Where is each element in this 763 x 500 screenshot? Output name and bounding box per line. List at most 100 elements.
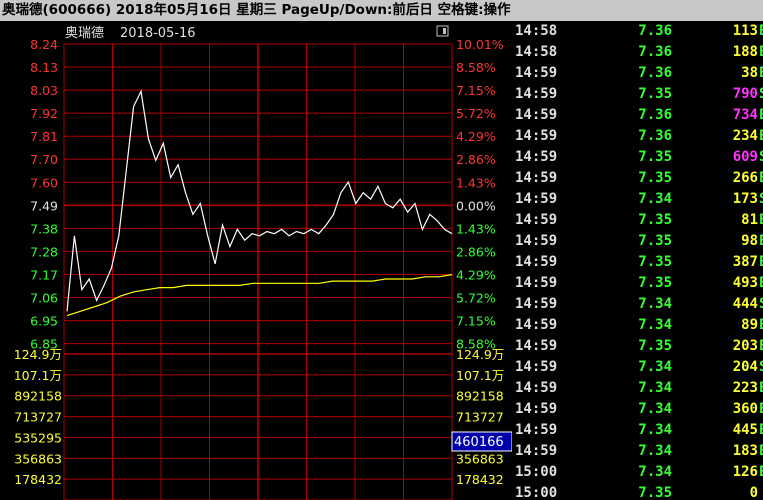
price-axis-label: 7.38 xyxy=(30,221,58,236)
tick-row[interactable]: 14:59 7.34 89E xyxy=(512,315,763,336)
price-axis-label: 7.70 xyxy=(30,152,58,167)
tick-volume: 203 xyxy=(732,338,758,354)
tick-list[interactable]: 14:587.36113E14:587.36188E14:597.3638E14… xyxy=(512,21,763,500)
tick-row[interactable]: 14:58 7.36 188E xyxy=(512,42,763,63)
percent-axis-label: 1.43% xyxy=(456,221,496,236)
tick-price: 7.35 xyxy=(638,86,672,102)
tick-row[interactable]: 15:00 7.35 0 xyxy=(512,483,763,500)
tick-row[interactable]: 14:59 7.36 734E xyxy=(512,105,763,126)
percent-axis-label: 5.72% xyxy=(456,106,496,121)
cursor-value: 460166 xyxy=(454,435,504,450)
window-title-bar: 奥瑞德(600666) 2018年05月16日 星期三 PageUp/Down:… xyxy=(0,0,763,21)
tick-time: 14:59 xyxy=(515,128,558,144)
tick-volume: 173 xyxy=(732,191,758,207)
price-axis-label: 8.24 xyxy=(30,37,58,52)
tick-price: 7.35 xyxy=(638,485,672,500)
tick-volume: 89 xyxy=(741,317,758,333)
tick-side-mark: E xyxy=(759,315,763,336)
price-axis-label: 7.17 xyxy=(30,267,58,282)
percent-axis-label: 2.86% xyxy=(456,244,496,259)
price-axis-label: 7.92 xyxy=(30,106,58,121)
tick-row[interactable]: 14:59 7.35 266E xyxy=(512,168,763,189)
tick-side-mark: E xyxy=(759,105,763,126)
tick-time: 14:59 xyxy=(515,275,558,291)
tick-side-mark: E xyxy=(759,252,763,273)
tick-volume: 183 xyxy=(732,443,758,459)
tick-price: 7.35 xyxy=(638,254,672,270)
volume-axis-label: 107.1万 xyxy=(14,368,62,383)
tick-row[interactable]: 14:59 7.36 38E xyxy=(512,63,763,84)
tick-volume: 609 xyxy=(732,149,758,165)
tick-row[interactable]: 14:59 7.34 444S xyxy=(512,294,763,315)
tick-price: 7.36 xyxy=(638,23,672,39)
tick-side-mark: E xyxy=(759,399,763,420)
tick-time: 14:58 xyxy=(515,23,558,39)
tick-price: 7.34 xyxy=(638,380,672,396)
tick-volume: 445 xyxy=(732,422,758,438)
tick-volume: 0 xyxy=(749,485,758,500)
tick-row[interactable]: 14:59 7.35 98E xyxy=(512,231,763,252)
tick-volume: 387 xyxy=(732,254,758,270)
tick-time: 15:00 xyxy=(515,485,558,500)
tick-row[interactable]: 14:59 7.35 493E xyxy=(512,273,763,294)
window-icon[interactable] xyxy=(436,25,449,37)
tick-row[interactable]: 14:59 7.36 234E xyxy=(512,126,763,147)
tick-price: 7.35 xyxy=(638,233,672,249)
volume-axis-label: 713727 xyxy=(456,410,504,425)
price-line xyxy=(66,89,453,312)
tick-time: 14:59 xyxy=(515,296,558,312)
average-price-line xyxy=(66,274,453,317)
tick-volume: 266 xyxy=(732,170,758,186)
percent-axis-label: 4.29% xyxy=(456,129,496,144)
tick-time: 14:58 xyxy=(515,44,558,60)
tick-side-mark: E xyxy=(759,63,763,84)
tick-side-mark: E xyxy=(759,168,763,189)
tick-time: 14:59 xyxy=(515,380,558,396)
tick-time: 14:59 xyxy=(515,338,558,354)
tick-price: 7.34 xyxy=(638,422,672,438)
tick-row[interactable]: 14:59 7.35 790S xyxy=(512,84,763,105)
tick-time: 14:59 xyxy=(515,422,558,438)
tick-side-mark: S xyxy=(759,189,763,210)
tick-volume: 38 xyxy=(741,65,758,81)
tick-volume: 188 xyxy=(732,44,758,60)
price-axis-label: 7.81 xyxy=(30,129,58,144)
tick-row[interactable]: 14:59 7.34 223E xyxy=(512,378,763,399)
tick-row[interactable]: 14:59 7.34 204S xyxy=(512,357,763,378)
tick-row[interactable]: 14:59 7.34 183E xyxy=(512,441,763,462)
tick-side-mark: E xyxy=(759,210,763,231)
tick-price: 7.36 xyxy=(638,65,672,81)
tick-row[interactable]: 15:00 7.34 126E xyxy=(512,462,763,483)
tick-time: 14:59 xyxy=(515,65,558,81)
price-axis-label: 7.28 xyxy=(30,244,58,259)
tick-volume: 360 xyxy=(732,401,758,417)
tick-row[interactable]: 14:58 7.36 113E xyxy=(512,21,763,42)
volume-axis-label: 892158 xyxy=(14,389,62,404)
tick-row[interactable]: 14:59 7.35 203E xyxy=(512,336,763,357)
tick-row[interactable]: 14:59 7.34 360E xyxy=(512,399,763,420)
tick-price: 7.34 xyxy=(638,296,672,312)
tick-volume: 493 xyxy=(732,275,758,291)
tick-row[interactable]: 14:59 7.35 609S xyxy=(512,147,763,168)
intraday-chart[interactable]: 奥瑞德 2018-05-16 8.24 8.13 8.03 7.92 7.81 7.70 7… xyxy=(0,21,512,500)
tick-price: 7.34 xyxy=(638,317,672,333)
volume-axis-label: 356863 xyxy=(14,451,62,466)
price-axis-label: 7.06 xyxy=(30,291,58,306)
tick-time: 14:59 xyxy=(515,149,558,165)
price-axis-label: 8.03 xyxy=(30,83,58,98)
tick-time: 14:59 xyxy=(515,107,558,123)
percent-axis-label: 7.15% xyxy=(456,314,496,329)
tick-side-mark: S xyxy=(759,294,763,315)
tick-price: 7.35 xyxy=(638,170,672,186)
tick-price: 7.34 xyxy=(638,401,672,417)
tick-time: 14:59 xyxy=(515,254,558,270)
tick-row[interactable]: 14:59 7.35 387E xyxy=(512,252,763,273)
tick-row[interactable]: 14:59 7.34 173S xyxy=(512,189,763,210)
tick-side-mark: E xyxy=(759,420,763,441)
tick-volume: 126 xyxy=(732,464,758,480)
tick-row[interactable]: 14:59 7.35 81E xyxy=(512,210,763,231)
tick-time: 14:59 xyxy=(515,86,558,102)
tick-row[interactable]: 14:59 7.34 445E xyxy=(512,420,763,441)
volume-axis-label: 178432 xyxy=(14,472,62,487)
tick-time: 14:59 xyxy=(515,359,558,375)
